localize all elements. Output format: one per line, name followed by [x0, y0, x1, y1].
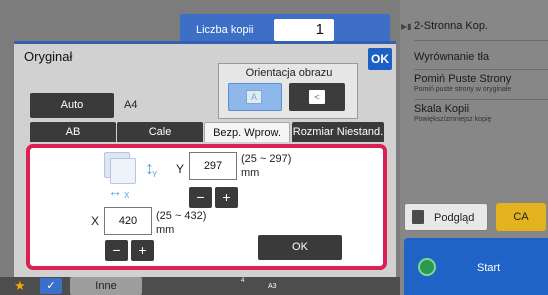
tray-number: 4	[241, 278, 245, 284]
y-range: (25 ~ 297)	[241, 153, 292, 165]
x-label: X	[91, 214, 100, 228]
right-item-duplex[interactable]: 2-Stronna Kop.	[414, 20, 548, 32]
start-label: Start	[477, 262, 501, 274]
y-label: Y	[176, 162, 185, 176]
arrow-y-label: Y	[152, 170, 158, 179]
x-range: (25 ~ 432)	[156, 210, 207, 222]
orientation-label: Orientacja obrazu	[245, 67, 333, 79]
ok-top-button[interactable]: OK	[368, 48, 392, 70]
y-input[interactable]: 297	[189, 152, 237, 180]
copies-input[interactable]: 1	[274, 19, 334, 41]
y-unit: mm	[241, 167, 260, 179]
tab-custom-size[interactable]: Rozmiar Niestand.	[292, 122, 384, 142]
copies-label: Liczba kopii	[196, 24, 254, 36]
check-icon[interactable]: ✓	[40, 278, 62, 294]
clear-all-button[interactable]: CA	[496, 203, 546, 231]
divider	[414, 69, 548, 70]
favorite-star-icon[interactable]: ★	[14, 279, 26, 293]
divider	[414, 99, 548, 100]
tab-direct-entry[interactable]: Bezp. Wprow.	[204, 122, 290, 142]
portrait-a-icon: A	[246, 90, 262, 104]
expand-arrow-icon[interactable]: ▶▮	[401, 22, 412, 31]
tab-inches[interactable]: Cale	[117, 122, 203, 142]
right-item-skip-blank[interactable]: Pomiń Puste Strony Pomiń puste strony w …	[414, 73, 548, 93]
paper-size-icon	[110, 158, 136, 184]
start-icon	[418, 258, 436, 276]
other-button[interactable]: Inne	[70, 277, 142, 295]
right-item-background[interactable]: Wyrównanie tła	[414, 51, 548, 63]
auto-value: A4	[124, 99, 138, 111]
tray-size: A3	[268, 283, 277, 290]
tab-ab[interactable]: AB	[30, 122, 116, 142]
right-item-scale[interactable]: Skala Kopii Powiększ/zmniejsz kopię	[414, 103, 548, 123]
preview-icon	[412, 210, 424, 224]
x-unit: mm	[156, 224, 175, 236]
y-plus-button[interactable]: +	[215, 187, 238, 208]
x-input[interactable]: 420	[104, 207, 152, 235]
x-plus-button[interactable]: +	[131, 240, 154, 261]
arrow-x-label: X	[124, 191, 130, 200]
preview-label: Podgląd	[434, 212, 475, 224]
ok-button[interactable]: OK	[258, 235, 342, 260]
landscape-a-icon: <	[309, 90, 325, 104]
auto-button[interactable]: Auto	[30, 93, 114, 118]
y-minus-button[interactable]: −	[189, 187, 212, 208]
horizontal-arrow-icon: ↔	[108, 183, 122, 199]
divider	[414, 40, 548, 41]
x-minus-button[interactable]: −	[105, 240, 128, 261]
dialog-title: Oryginał	[24, 49, 73, 64]
